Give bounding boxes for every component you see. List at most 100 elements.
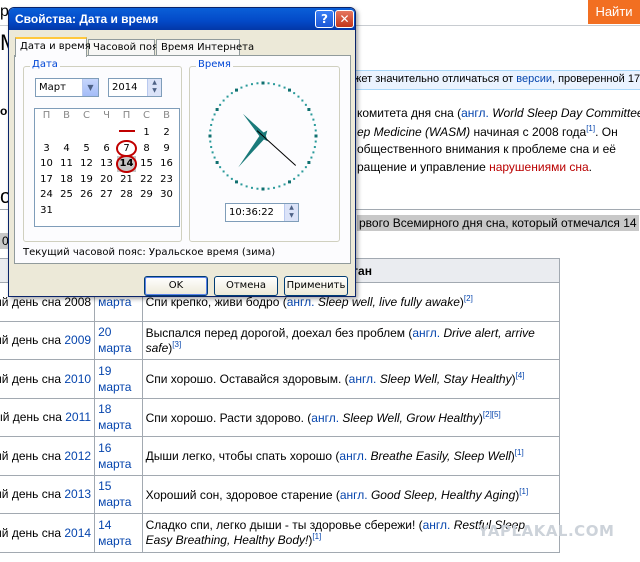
calendar-day[interactable]: 6	[97, 141, 116, 157]
clock-tick	[209, 129, 212, 132]
clock-tick	[312, 118, 315, 121]
year-link[interactable]: 2014	[64, 526, 91, 540]
clock-tick	[307, 161, 311, 164]
calendar-day[interactable]: 26	[77, 187, 96, 203]
spin-arrows-icon[interactable]: ▲ ▼	[284, 204, 298, 221]
red-underline-mark	[119, 130, 135, 132]
highlighted-sentence: рвого Всемирного дня сна, который отмеча…	[357, 215, 639, 231]
calendar-day[interactable]: 29	[137, 187, 156, 203]
calendar-day[interactable]: 2	[157, 125, 176, 141]
calendar-day[interactable]: 27	[97, 187, 116, 203]
weekday-label: Ч	[103, 110, 110, 121]
calendar-grid[interactable]: ПВСЧПСВ 1 2 3 4 5 6 7 8 9 10 11 12 13 14 15 16 17 18 19 20 2…	[34, 108, 180, 227]
calendar-day[interactable]: 13	[97, 156, 116, 172]
time-value: 10:36:22	[229, 207, 274, 218]
date-cell[interactable]: 19 марта	[94, 359, 143, 399]
weekday-label: С	[143, 110, 150, 121]
calendar-day[interactable]: 9	[157, 141, 176, 157]
calendar-day[interactable]: 23	[157, 172, 176, 188]
abbr-link[interactable]: англ.	[349, 372, 377, 386]
dialog-title-bar[interactable]: Свойства: Дата и время ? ✕	[9, 8, 355, 30]
calendar-day[interactable]: 22	[137, 172, 156, 188]
help-button[interactable]: ?	[315, 10, 334, 28]
version-link[interactable]: версии	[516, 73, 552, 85]
year-link[interactable]: 2009	[64, 333, 91, 347]
abbr-link[interactable]: англ.	[311, 411, 339, 425]
abbr-link[interactable]: англ.	[412, 326, 440, 340]
month-value: Март	[39, 82, 66, 93]
clock-tick	[278, 84, 281, 87]
chevron-down-icon[interactable]: ▼	[82, 79, 98, 96]
clock-tick	[215, 108, 219, 111]
event-name-cell: ный день сна 2013	[0, 474, 96, 514]
calendar-day[interactable]: 19	[77, 172, 96, 188]
calendar-day[interactable]: 8	[137, 141, 156, 157]
calendar-day[interactable]: 4	[57, 141, 76, 157]
close-button[interactable]: ✕	[335, 10, 354, 28]
clock-tick	[283, 183, 286, 186]
time-spinner[interactable]: 10:36:22 ▲ ▼	[225, 203, 299, 222]
year-link[interactable]: 2010	[64, 372, 91, 386]
month-select[interactable]: Март ▼	[35, 78, 99, 97]
clock-tick	[273, 186, 276, 189]
calendar-day[interactable]: 21	[117, 172, 136, 188]
calendar-day[interactable]: 10	[37, 156, 56, 172]
calendar-day[interactable]: 30	[157, 187, 176, 203]
clock-tick	[273, 83, 276, 86]
abbr-link[interactable]: англ.	[340, 488, 368, 502]
calendar-day[interactable]: 15	[137, 156, 156, 172]
date-cell[interactable]: 16 марта	[94, 436, 143, 476]
calendar-day[interactable]: 5	[77, 141, 96, 157]
slogan-cell: Выспался перед дорогой, доехал без пробл…	[141, 320, 561, 360]
tab-date-time[interactable]: Дата и время	[15, 37, 91, 57]
date-cell[interactable]: 20 марта	[94, 320, 143, 360]
calendar-day[interactable]: 12	[77, 156, 96, 172]
analog-clock	[208, 81, 318, 191]
calendar-day[interactable]: 31	[37, 203, 56, 219]
date-cell[interactable]: 15 марта	[94, 474, 143, 514]
ok-button[interactable]: OK	[144, 276, 208, 296]
year-spinner[interactable]: 2014 ▲ ▼	[108, 78, 162, 97]
tab-internet-time[interactable]: Время Интернета	[156, 39, 254, 56]
abbr-link[interactable]: англ.	[461, 106, 489, 120]
clock-tick	[211, 118, 214, 121]
clock-tick	[314, 129, 317, 132]
clock-tick	[297, 174, 300, 177]
slogan-cell: Спи хорошо. Расти здорово. (англ. Sleep …	[141, 397, 561, 437]
calendar-day[interactable]: 24	[37, 187, 56, 203]
calendar-day[interactable]: 16	[157, 156, 176, 172]
year-link[interactable]: 2012	[64, 449, 91, 463]
clock-tick	[288, 180, 291, 184]
sleep-disorders-link[interactable]: нарушениями сна	[489, 160, 589, 174]
clock-tick	[313, 146, 316, 149]
clock-tick	[250, 83, 253, 86]
calendar-day[interactable]: 3	[37, 141, 56, 157]
calendar-day[interactable]: 20	[97, 172, 116, 188]
calendar-day[interactable]: 18	[57, 172, 76, 188]
clock-tick	[278, 185, 281, 188]
calendar-day[interactable]: 25	[57, 187, 76, 203]
clock-tick	[301, 99, 304, 102]
abbr-link[interactable]: англ.	[423, 518, 451, 532]
search-button[interactable]: Найти	[588, 0, 640, 24]
spin-arrows-icon[interactable]: ▲ ▼	[147, 79, 161, 96]
timezone-info: Текущий часовой пояс: Уральское время (з…	[23, 247, 276, 258]
year-link[interactable]: 2011	[65, 410, 91, 424]
tab-time-zone[interactable]: Часовой пояс	[88, 39, 163, 56]
date-cell[interactable]: 18 марта	[94, 397, 143, 437]
clock-tick	[261, 81, 265, 85]
calendar-day[interactable]: 11	[57, 156, 76, 172]
calendar-day[interactable]: 1	[137, 125, 156, 141]
calendar-day[interactable]: 28	[117, 187, 136, 203]
date-cell[interactable]: 14 марта	[94, 513, 143, 553]
event-name-cell: ный день сна 2011	[0, 397, 96, 437]
abbr-link[interactable]: англ.	[339, 449, 367, 463]
calendar-day[interactable]: 17	[37, 172, 56, 188]
year-value: 2014	[112, 82, 138, 93]
clock-tick	[314, 134, 318, 138]
year-link[interactable]: 2013	[64, 487, 91, 501]
cancel-button[interactable]: Отмена	[214, 276, 278, 296]
watermark: YAPLAKAL.COM	[478, 522, 615, 540]
apply-button[interactable]: Применить	[284, 276, 348, 296]
abbr-link[interactable]: англ.	[287, 295, 315, 309]
